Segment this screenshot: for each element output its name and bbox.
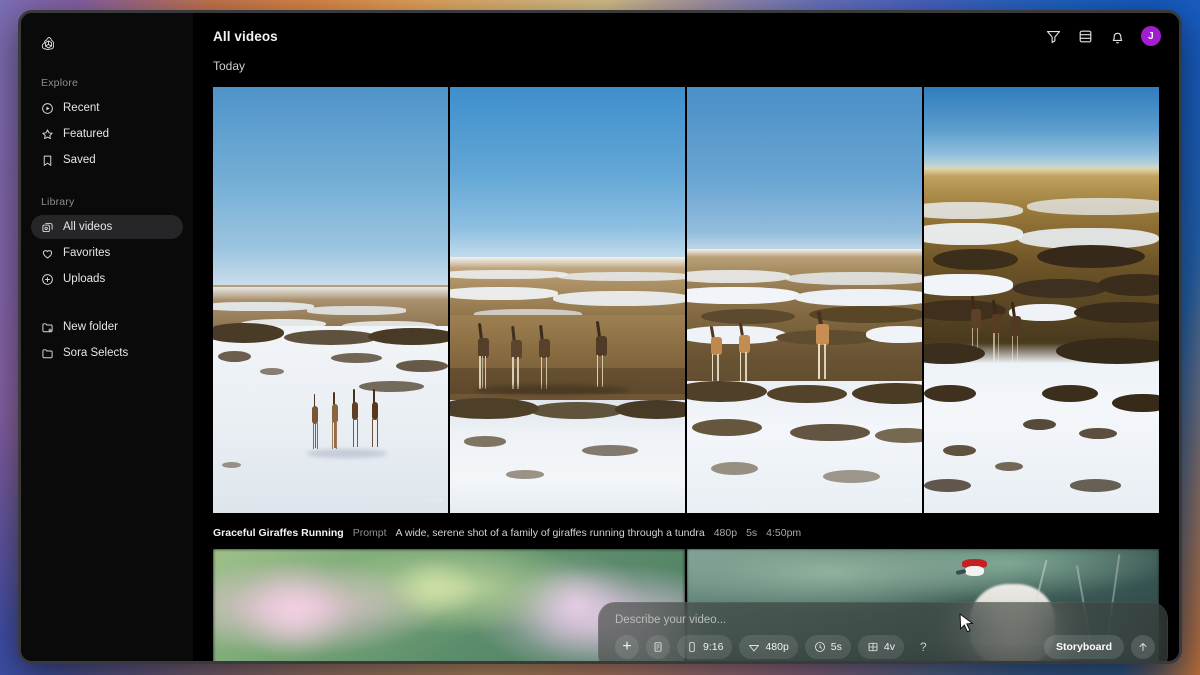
prompt-composer[interactable]: Describe your video... + 9:16 480p 5s 4v… [598, 602, 1168, 661]
video-tile[interactable]: sora [687, 87, 922, 513]
video-tile[interactable] [924, 87, 1159, 513]
question-icon: ? [919, 640, 927, 654]
sidebar-group-explore: Explore Recent Featured Saved [31, 77, 183, 172]
folder-plus-icon [41, 321, 54, 334]
sidebar-group-folders: New folder Sora Selects [31, 315, 183, 365]
sidebar-item-label-new-folder: New folder [63, 321, 118, 333]
sidebar-item-label-sora-selects: Sora Selects [63, 347, 129, 359]
grid-icon [868, 642, 878, 652]
composer-toolbar: + 9:16 480p 5s 4v ? Storyboard [615, 635, 1155, 659]
section-label-today: Today [213, 59, 246, 73]
sidebar-item-uploads[interactable]: Uploads [31, 267, 183, 291]
bookmark-icon [41, 154, 54, 167]
storyboard-button[interactable]: Storyboard [1043, 635, 1124, 659]
sidebar-item-label-featured: Featured [63, 128, 110, 140]
timestamp-value: 4:50pm [766, 526, 802, 539]
resolution-value: 480p [713, 526, 738, 539]
plus-circle-icon [41, 273, 54, 286]
app-window: Explore Recent Featured Saved Library Al… [18, 10, 1182, 664]
video-scroll-area[interactable]: sora sora Graceful Giraffes Running Prom… [193, 87, 1179, 661]
preset-chip[interactable] [646, 635, 670, 659]
app-logo[interactable] [31, 27, 183, 61]
send-button[interactable] [1131, 635, 1155, 659]
filter-icon[interactable] [1045, 28, 1062, 45]
page-title: All videos [213, 28, 278, 44]
duration-value: 5s [746, 526, 758, 539]
prompt-label: Prompt [352, 526, 387, 539]
prompt-text: A wide, serene shot of a family of giraf… [395, 526, 705, 539]
composer-actions: Storyboard [1043, 635, 1155, 659]
aspect-ratio-value: 9:16 [703, 641, 724, 653]
sidebar-item-recent[interactable]: Recent [31, 96, 183, 120]
sidebar-item-label-uploads: Uploads [63, 273, 106, 285]
video-row-group: sora sora [193, 87, 1179, 513]
variations-value: 4v [883, 641, 895, 653]
video-title: Graceful Giraffes Running [213, 526, 344, 539]
phone-icon [689, 642, 695, 652]
plus-icon: + [622, 638, 632, 655]
play-circle-icon [41, 102, 54, 115]
video-tile[interactable] [450, 87, 685, 513]
sidebar-item-label-recent: Recent [63, 102, 100, 114]
sidebar-item-label-all-videos: All videos [63, 221, 113, 233]
bell-icon[interactable] [1109, 28, 1126, 45]
sidebar-item-sora-selects[interactable]: Sora Selects [31, 341, 183, 365]
sidebar-group-label-library: Library [41, 196, 75, 208]
resolution-chip[interactable]: 480p [739, 635, 798, 659]
sidebar-item-label-favorites: Favorites [63, 247, 111, 259]
list-layout-icon[interactable] [1077, 28, 1094, 45]
aspect-ratio-chip[interactable]: 9:16 [677, 635, 733, 659]
sidebar-item-all-videos[interactable]: All videos [31, 215, 183, 239]
sidebar-item-saved[interactable]: Saved [31, 148, 183, 172]
variations-chip[interactable]: 4v [857, 635, 904, 659]
video-tile[interactable]: sora [213, 87, 448, 513]
main-content: All videos J Today sora sora Graceful Gi… [193, 13, 1179, 661]
arrow-up-icon [1139, 643, 1147, 651]
topbar-actions: J [1045, 26, 1161, 46]
sidebar-group-library: Library All videos Favorites Uploads [31, 196, 183, 291]
avatar[interactable]: J [1141, 26, 1161, 46]
prompt-input[interactable]: Describe your video... [615, 614, 1155, 626]
clock-icon [814, 642, 825, 652]
sidebar-item-featured[interactable]: Featured [31, 122, 183, 146]
help-button[interactable]: ? [911, 635, 936, 659]
duration-chip[interactable]: 5s [804, 635, 851, 659]
topbar: All videos J [193, 13, 1179, 59]
stacked-frames-icon [41, 221, 54, 234]
folder-icon [41, 347, 54, 360]
heart-icon [41, 247, 54, 260]
openai-spiral-icon [41, 36, 54, 50]
sidebar-item-favorites[interactable]: Favorites [31, 241, 183, 265]
document-icon [654, 642, 662, 652]
resolution-value: 480p [765, 641, 789, 653]
star-icon [41, 128, 54, 141]
sidebar: Explore Recent Featured Saved Library Al… [21, 13, 193, 661]
add-attachment-button[interactable]: + [615, 635, 639, 659]
sidebar-item-label-saved: Saved [63, 154, 96, 166]
duration-value: 5s [830, 641, 842, 653]
video-meta-row: Graceful Giraffes Running Prompt A wide,… [193, 513, 1179, 543]
diamond-icon [749, 645, 760, 652]
sidebar-group-label-explore: Explore [41, 77, 79, 89]
sidebar-item-new-folder[interactable]: New folder [31, 315, 183, 339]
